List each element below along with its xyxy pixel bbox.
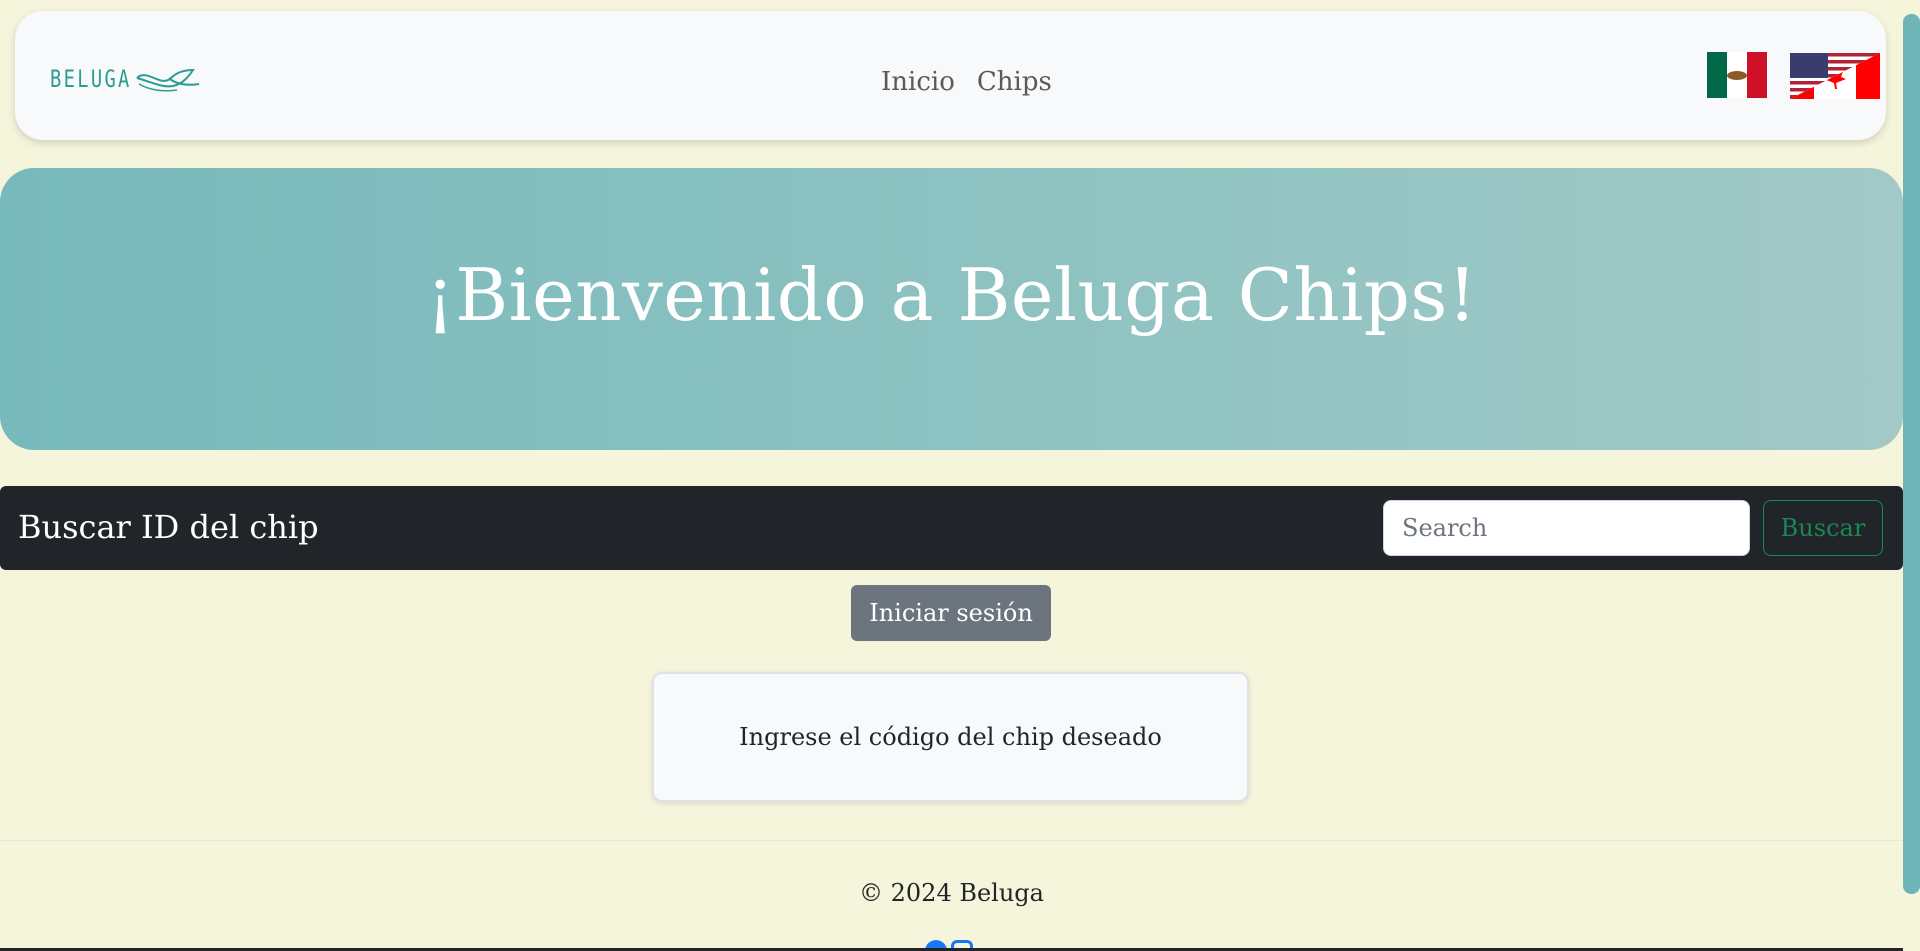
logo-text: BELUGA xyxy=(50,65,132,93)
search-bar: Buscar ID del chip Buscar xyxy=(0,486,1903,570)
nav-link-inicio[interactable]: Inicio xyxy=(881,67,955,97)
navbar: BELUGA Inicio Chips xyxy=(15,11,1886,140)
footer: © 2024 Beluga xyxy=(0,840,1903,951)
search-input[interactable] xyxy=(1383,500,1750,556)
copyright-text: © 2024 Beluga xyxy=(859,879,1044,907)
search-title: Buscar ID del chip xyxy=(18,508,319,546)
info-card-text: Ingrese el código del chip deseado xyxy=(739,723,1162,751)
mexico-flag-icon[interactable] xyxy=(1707,52,1767,98)
hero-title: ¡Bienvenido a Beluga Chips! xyxy=(425,253,1478,337)
login-button[interactable]: Iniciar sesión xyxy=(851,585,1051,641)
scrollbar-thumb[interactable] xyxy=(1903,14,1920,894)
nav-link-chips[interactable]: Chips xyxy=(977,67,1052,97)
search-button[interactable]: Buscar xyxy=(1763,500,1883,556)
brand-logo[interactable]: BELUGA xyxy=(50,61,203,97)
whale-tail-icon xyxy=(135,68,199,92)
hero-banner: ¡Bienvenido a Beluga Chips! xyxy=(0,168,1903,450)
nav-links: Inicio Chips xyxy=(881,67,1052,97)
info-card: Ingrese el código del chip deseado xyxy=(652,672,1249,802)
usa-canada-flag-icon[interactable] xyxy=(1790,53,1880,99)
